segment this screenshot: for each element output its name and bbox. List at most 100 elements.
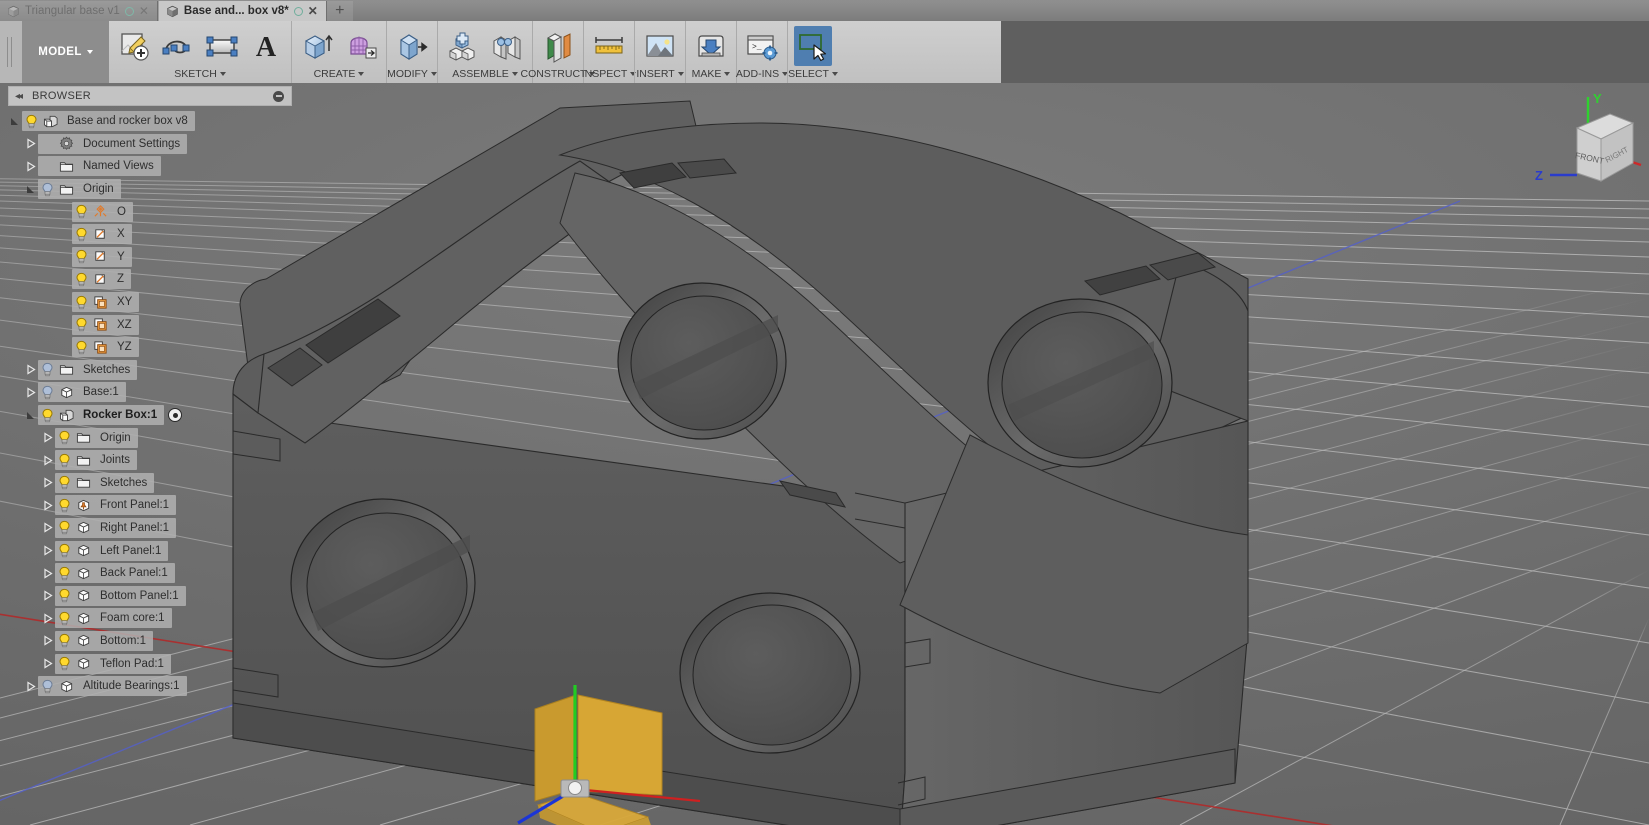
tree-row[interactable]: YZ (0, 336, 300, 359)
tree-row[interactable]: Left Panel:1 (0, 539, 300, 562)
visibility-bulb-icon[interactable] (40, 362, 55, 377)
tree-row[interactable]: Document Settings (0, 133, 300, 156)
tree-twisty-collapsed[interactable] (39, 607, 55, 629)
visibility-bulb-icon[interactable] (40, 385, 55, 400)
tree-twisty-collapsed[interactable] (39, 494, 55, 516)
press-pull-button[interactable] (393, 26, 431, 66)
tree-row[interactable]: Sketches (0, 472, 300, 495)
toolbar-group-label[interactable]: INSERT (635, 68, 685, 80)
tree-item-rocker-box-1[interactable]: Rocker Box:1 (38, 405, 165, 426)
scripts-addins-button[interactable]: >_ (743, 26, 781, 66)
tree-twisty-expanded[interactable] (6, 110, 22, 132)
tree-item-yz[interactable]: YZ (72, 337, 139, 358)
visibility-bulb-icon[interactable] (24, 114, 39, 129)
workspace-switcher-button[interactable]: MODEL (22, 21, 109, 83)
tree-row[interactable]: Bottom Panel:1 (0, 584, 300, 607)
tree-row[interactable]: Origin (0, 178, 300, 201)
toolbar-group-label[interactable]: SKETCH (109, 68, 291, 80)
visibility-bulb-icon[interactable] (57, 543, 72, 558)
tree-row[interactable]: Joints (0, 449, 300, 472)
tree-twisty-collapsed[interactable] (22, 381, 38, 403)
tree-item-joints[interactable]: Joints (55, 450, 138, 471)
tree-twisty-expanded[interactable] (22, 178, 38, 200)
tree-row[interactable]: Sketches (0, 359, 300, 382)
tree-item-x[interactable]: X (72, 224, 132, 245)
visibility-bulb-icon[interactable] (57, 430, 72, 445)
visibility-bulb-icon[interactable] (74, 227, 89, 242)
tree-item-bottom-panel-1[interactable]: Bottom Panel:1 (55, 585, 186, 606)
tree-twisty-collapsed[interactable] (22, 133, 38, 155)
visibility-bulb-icon[interactable] (40, 408, 55, 423)
tree-row[interactable]: Rocker Box:1 (0, 404, 300, 427)
minimize-browser-icon[interactable] (273, 90, 284, 102)
tree-twisty-collapsed[interactable] (39, 517, 55, 539)
visibility-bulb-icon[interactable] (57, 588, 72, 603)
extrude-button[interactable] (298, 26, 336, 66)
tree-twisty-collapsed[interactable] (39, 472, 55, 494)
tree-row[interactable]: Base and rocker box v8 (0, 110, 300, 133)
visibility-bulb-icon[interactable] (74, 204, 89, 219)
tree-item-xz[interactable]: XZ (72, 314, 139, 335)
visibility-bulb-icon[interactable] (74, 249, 89, 264)
tree-item-sketches[interactable]: Sketches (55, 472, 155, 493)
tree-twisty-collapsed[interactable] (39, 653, 55, 675)
document-tab-1[interactable]: Base and... box v8* ✕ (157, 1, 327, 21)
tree-row[interactable]: Z (0, 268, 300, 291)
3d-print-button[interactable] (692, 26, 730, 66)
toolbar-group-label[interactable]: INSPECT (582, 68, 637, 80)
close-tab-icon[interactable]: ✕ (308, 5, 318, 17)
visibility-bulb-icon[interactable] (40, 182, 55, 197)
tree-twisty-collapsed[interactable] (22, 675, 38, 697)
visibility-bulb-icon[interactable] (57, 453, 72, 468)
tree-twisty-collapsed[interactable] (22, 155, 38, 177)
new-component-button[interactable] (444, 26, 482, 66)
spline-button[interactable] (159, 26, 197, 66)
tree-item-altitude-bearings-1[interactable]: Altitude Bearings:1 (38, 676, 187, 697)
tree-row[interactable]: Right Panel:1 (0, 517, 300, 540)
visibility-bulb-icon[interactable] (57, 520, 72, 535)
tree-twisty-collapsed[interactable] (22, 359, 38, 381)
tree-row[interactable]: O (0, 200, 300, 223)
visibility-bulb-icon[interactable] (57, 566, 72, 581)
tree-item-xy[interactable]: XY (72, 292, 140, 313)
visibility-bulb-icon[interactable] (57, 633, 72, 648)
toolbar-group-label[interactable]: MAKE (686, 68, 736, 80)
new-tab-button[interactable]: + (326, 1, 353, 21)
tree-row[interactable]: Origin (0, 426, 300, 449)
tree-item-document-settings[interactable]: Document Settings (38, 133, 188, 154)
tree-twisty-collapsed[interactable] (39, 630, 55, 652)
tree-twisty-collapsed[interactable] (39, 585, 55, 607)
tree-twisty-collapsed[interactable] (39, 427, 55, 449)
tree-item-bottom-1[interactable]: Bottom:1 (55, 630, 154, 651)
tree-item-front-panel-1[interactable]: Front Panel:1 (55, 495, 177, 516)
tree-item-z[interactable]: Z (72, 269, 132, 290)
tree-item-y[interactable]: Y (72, 246, 132, 267)
toolbar-drag-zone[interactable] (0, 21, 22, 83)
tree-row[interactable]: Front Panel:1 (0, 494, 300, 517)
tree-row[interactable]: Named Views (0, 155, 300, 178)
tree-row[interactable]: Teflon Pad:1 (0, 652, 300, 675)
joint-button[interactable] (488, 26, 526, 66)
tree-item-origin[interactable]: Origin (38, 179, 121, 200)
tree-row[interactable]: Base:1 (0, 381, 300, 404)
select-window-button[interactable] (794, 26, 832, 66)
visibility-bulb-icon[interactable] (57, 611, 72, 626)
tree-item-origin[interactable]: Origin (55, 427, 138, 448)
toolbar-group-label[interactable]: CREATE (292, 68, 386, 80)
tree-item-o[interactable]: O (72, 201, 133, 222)
close-tab-icon[interactable]: ✕ (139, 5, 149, 17)
tree-row[interactable]: Y (0, 246, 300, 269)
create-sketch-button[interactable] (115, 26, 153, 66)
view-cube[interactable]: Y Z FRONT RIGHT (1505, 87, 1645, 197)
sketch-text-button[interactable]: A (247, 26, 285, 66)
tree-row[interactable]: Foam core:1 (0, 607, 300, 630)
tree-item-base-and-rocker-box-v8[interactable]: Base and rocker box v8 (22, 111, 195, 132)
tree-twisty-collapsed[interactable] (39, 540, 55, 562)
visibility-bulb-icon[interactable] (74, 317, 89, 332)
toolbar-group-label[interactable]: CONSTRUCT (521, 68, 596, 80)
tree-item-teflon-pad-1[interactable]: Teflon Pad:1 (55, 653, 171, 674)
tree-row[interactable]: Altitude Bearings:1 (0, 675, 300, 698)
tree-item-foam-core-1[interactable]: Foam core:1 (55, 608, 172, 629)
tree-item-base-1[interactable]: Base:1 (38, 382, 126, 403)
toolbar-group-label[interactable]: MODIFY (387, 68, 437, 80)
